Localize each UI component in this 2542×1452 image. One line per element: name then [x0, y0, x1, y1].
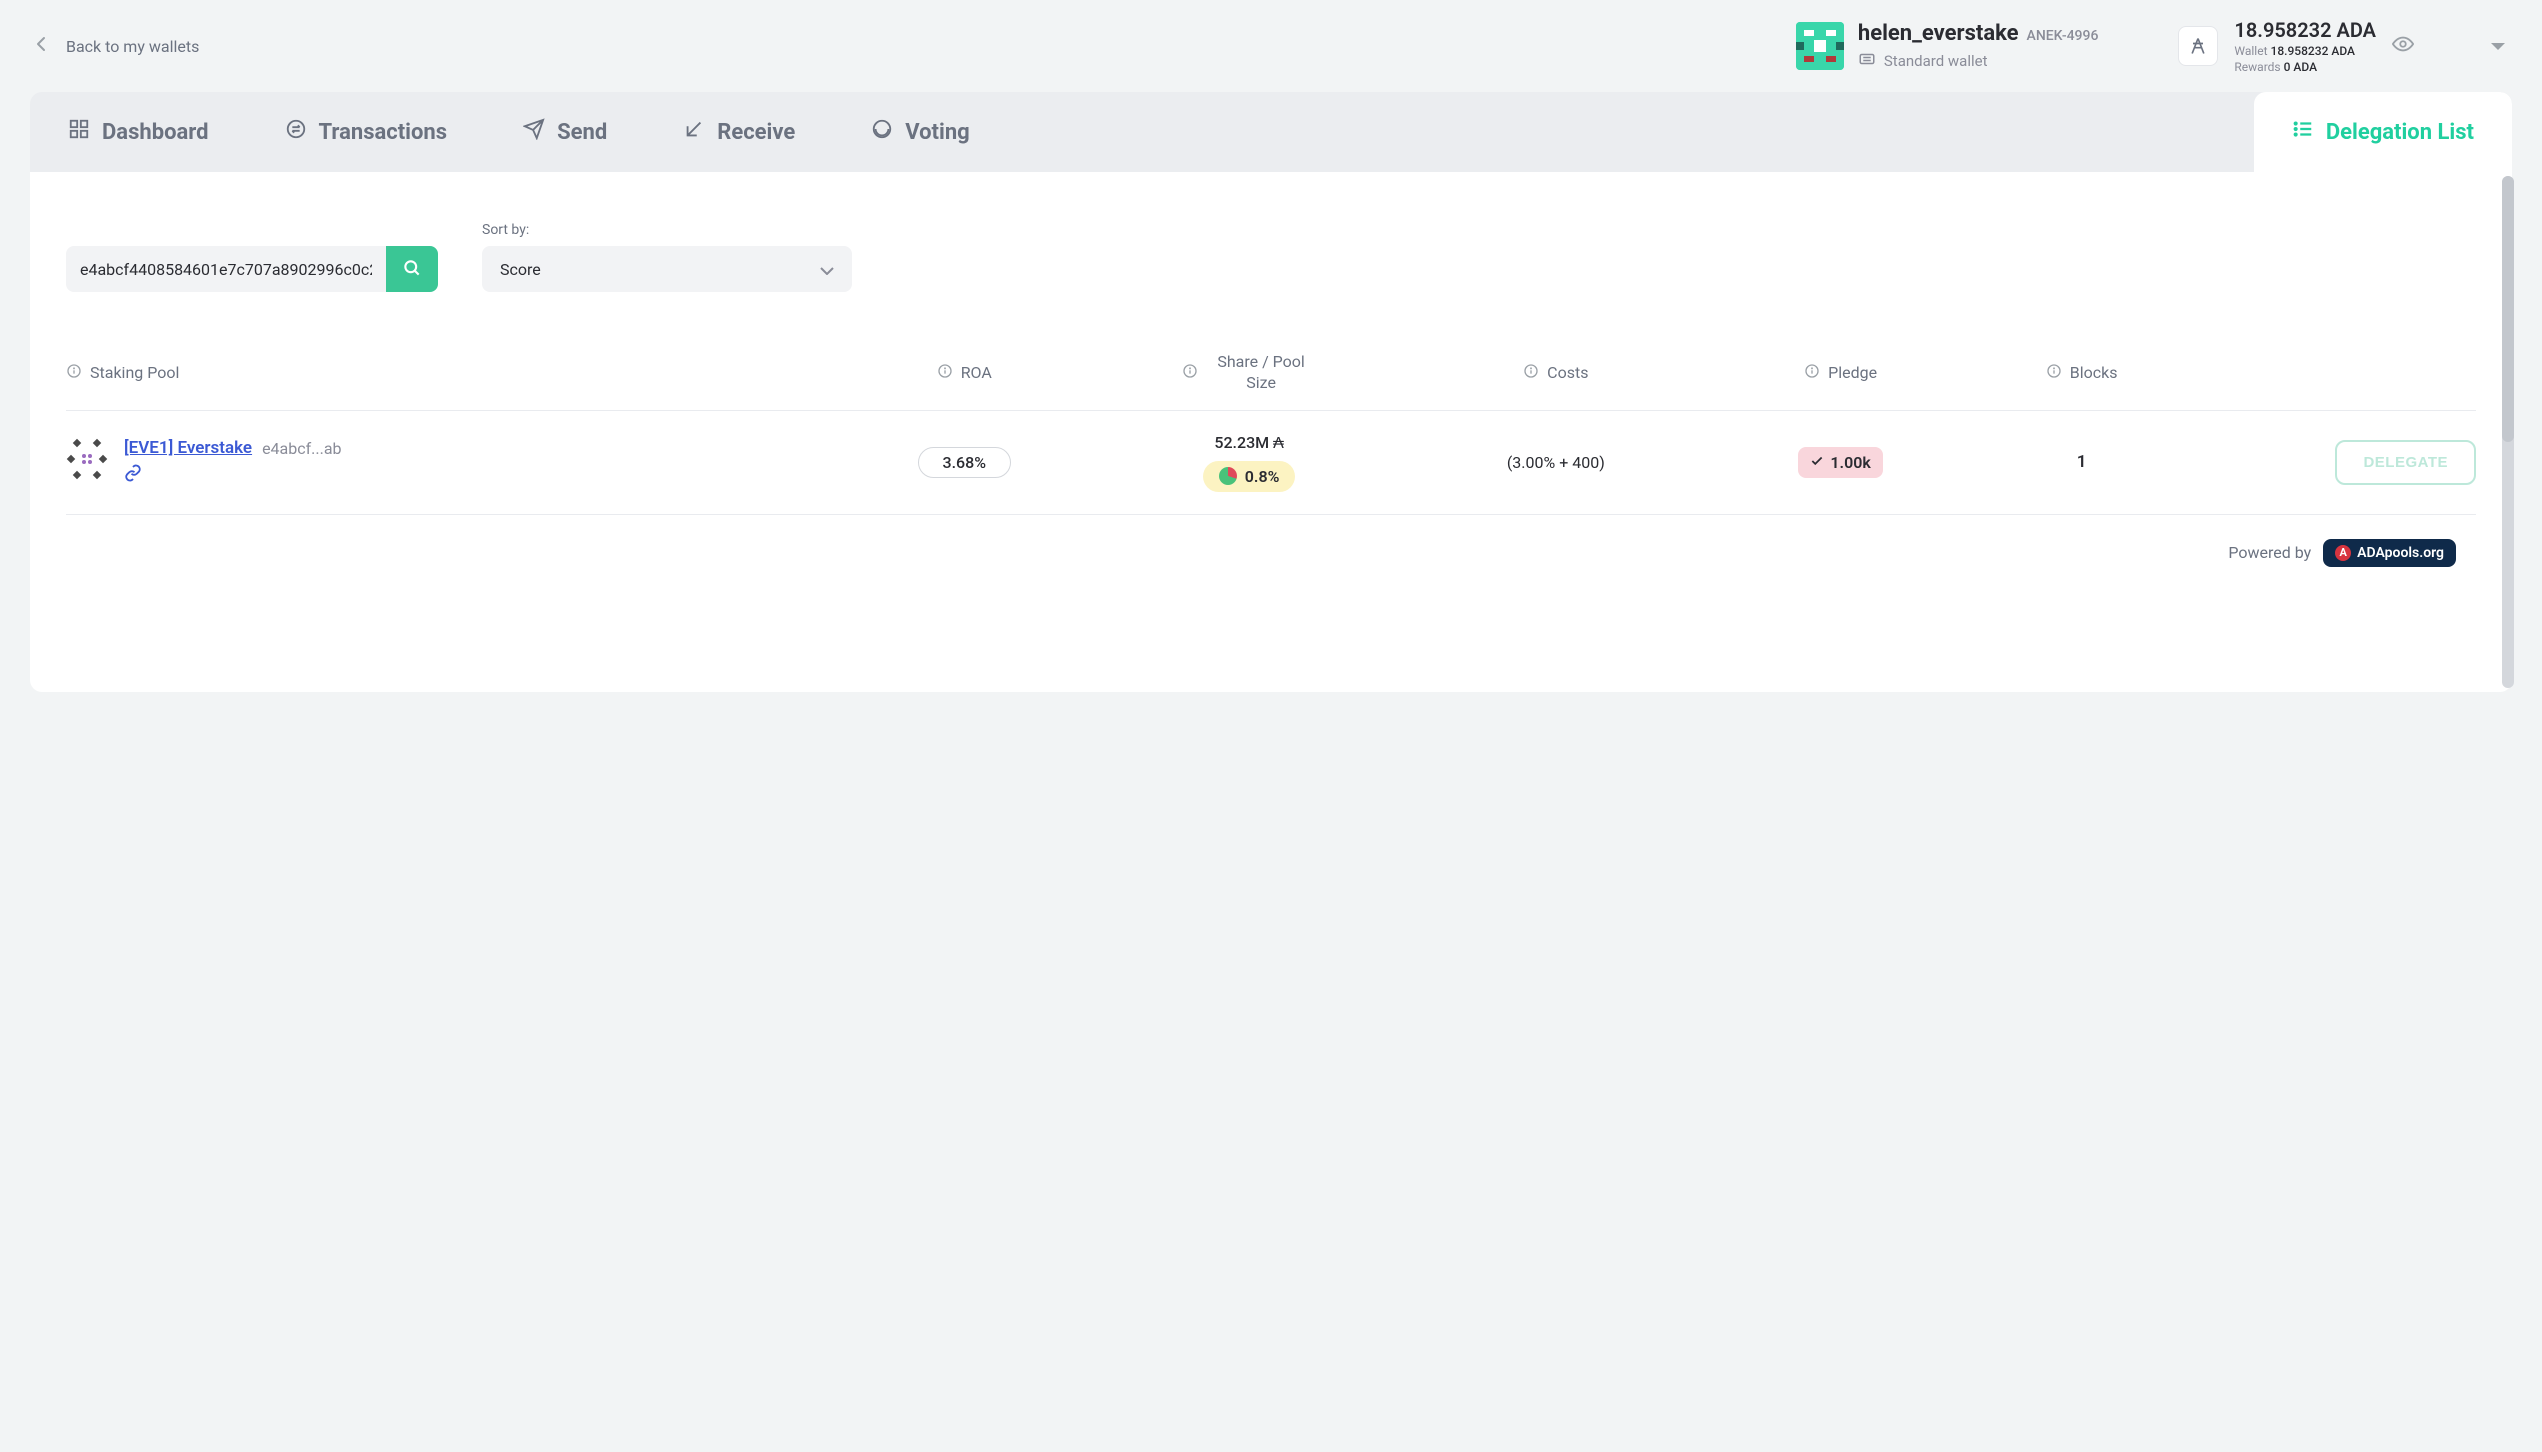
- delegate-button[interactable]: DELEGATE: [2335, 440, 2476, 485]
- ada-symbol: ₳: [1273, 433, 1284, 453]
- share-percentage-chip: 0.8%: [1203, 461, 1296, 492]
- search-icon: [402, 258, 422, 281]
- tab-delegation-list[interactable]: Delegation List: [2254, 92, 2512, 172]
- tab-label: Send: [557, 120, 607, 145]
- back-label: Back to my wallets: [66, 37, 199, 56]
- info-icon[interactable]: [937, 363, 953, 383]
- wallet-type-icon: [1858, 50, 1876, 72]
- toggle-balance-visibility-icon[interactable]: [2392, 33, 2414, 59]
- wallet-menu-dropdown[interactable]: [2490, 37, 2506, 56]
- costs-value: (3.00% + 400): [1402, 453, 1709, 472]
- pool-table: Staking Pool ROA Share / Pool Size Costs: [66, 352, 2476, 515]
- tab-label: Transactions: [319, 120, 448, 145]
- tab-label: Receive: [717, 120, 795, 145]
- info-icon[interactable]: [66, 363, 82, 383]
- wallet-name: helen_everstake: [1858, 21, 2019, 46]
- pool-search-input[interactable]: [66, 246, 386, 292]
- roa-value: 3.68%: [918, 447, 1012, 478]
- search-button[interactable]: [386, 246, 438, 292]
- wallet-sub-label: Wallet: [2234, 44, 2267, 58]
- back-to-wallets-link[interactable]: Back to my wallets: [36, 36, 199, 56]
- th-roa: ROA: [833, 363, 1096, 383]
- table-row: [EVE1] Everstake e4abcf...ab 3.68%: [66, 411, 2476, 515]
- adapools-logo-icon: A: [2335, 545, 2351, 561]
- main-balance: 18.958232 ADA: [2234, 18, 2376, 42]
- share-amount: 52.23M: [1214, 433, 1269, 452]
- pool-hash: e4abcf...ab: [262, 439, 341, 458]
- voting-icon: [871, 118, 893, 146]
- pledge-chip: 1.00k: [1798, 447, 1882, 478]
- tab-dashboard[interactable]: Dashboard: [30, 92, 247, 172]
- tab-bar: Dashboard Transactions Send Receive Voti…: [30, 92, 2512, 172]
- th-blocks: Blocks: [1972, 363, 2191, 383]
- tab-voting[interactable]: Voting: [833, 92, 1007, 172]
- info-icon[interactable]: [1804, 363, 1820, 383]
- tab-send[interactable]: Send: [485, 92, 645, 172]
- wallet-sub-value: 18.958232 ADA: [2271, 44, 2356, 58]
- share-pct: 0.8%: [1245, 467, 1280, 486]
- check-icon: [1810, 453, 1824, 472]
- pool-name-link[interactable]: [EVE1] Everstake: [124, 438, 252, 458]
- info-icon[interactable]: [2046, 363, 2062, 383]
- rewards-value: 0 ADA: [2284, 60, 2317, 74]
- adapools-link[interactable]: A ADApools.org: [2323, 539, 2456, 567]
- pie-icon: [1219, 467, 1237, 485]
- sort-select[interactable]: Score: [482, 246, 852, 292]
- info-icon[interactable]: [1182, 363, 1198, 383]
- th-staking-pool: Staking Pool: [66, 363, 833, 383]
- wallet-type: Standard wallet: [1884, 52, 1988, 70]
- pool-external-link-icon[interactable]: [124, 464, 342, 486]
- wallet-identity: helen_everstake ANEK-4996 Standard walle…: [1796, 21, 2099, 72]
- scrollbar[interactable]: [2502, 176, 2514, 688]
- sort-value: Score: [500, 260, 541, 279]
- table-header: Staking Pool ROA Share / Pool Size Costs: [66, 352, 2476, 411]
- wallet-code: ANEK-4996: [2027, 28, 2099, 44]
- pool-avatar-icon: [66, 438, 108, 480]
- pledge-value: 1.00k: [1830, 453, 1870, 472]
- send-icon: [523, 118, 545, 146]
- sort-label: Sort by:: [482, 222, 852, 238]
- tab-receive[interactable]: Receive: [645, 92, 833, 172]
- tab-transactions[interactable]: Transactions: [247, 92, 486, 172]
- th-costs: Costs: [1402, 363, 1709, 383]
- tab-label: Delegation List: [2326, 120, 2474, 145]
- chevron-left-icon: [36, 36, 46, 56]
- th-share: Share / Pool Size: [1096, 352, 1403, 394]
- th-pledge: Pledge: [1709, 363, 1972, 383]
- chevron-down-icon: [820, 260, 834, 279]
- dashboard-icon: [68, 118, 90, 146]
- adapools-label: ADApools.org: [2357, 545, 2444, 561]
- list-icon: [2292, 118, 2314, 146]
- rewards-label: Rewards: [2234, 60, 2280, 74]
- transactions-icon: [285, 118, 307, 146]
- tab-label: Voting: [905, 120, 969, 145]
- ada-currency-icon: [2178, 26, 2218, 66]
- search-group: [66, 246, 438, 292]
- powered-by-label: Powered by: [2228, 543, 2311, 562]
- blocks-value: 1: [1972, 452, 2191, 472]
- info-icon[interactable]: [1523, 363, 1539, 383]
- receive-icon: [683, 118, 705, 146]
- wallet-avatar-icon: [1796, 22, 1844, 70]
- tab-label: Dashboard: [102, 120, 209, 145]
